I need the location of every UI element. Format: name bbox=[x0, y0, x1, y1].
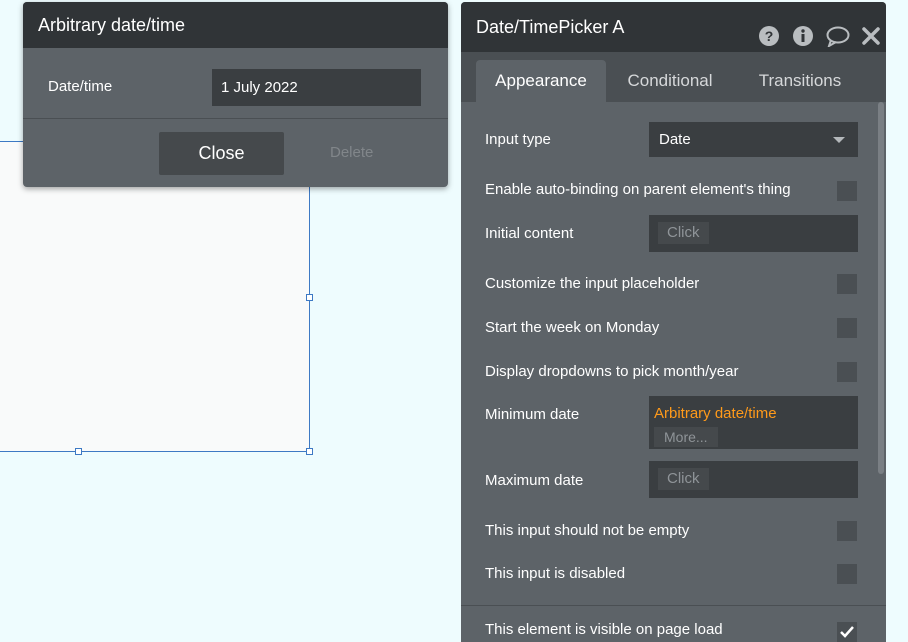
arbitrary-date-popup: Arbitrary date/time Date/time 1 July 202… bbox=[23, 2, 448, 187]
min-date-label: Minimum date bbox=[485, 406, 580, 423]
tab-transitions[interactable]: Transitions bbox=[741, 60, 859, 102]
section-divider bbox=[461, 605, 886, 606]
panel-header: Date/TimePicker A ? bbox=[461, 2, 886, 52]
input-type-value: Date bbox=[659, 131, 691, 148]
max-date-label: Maximum date bbox=[485, 472, 584, 489]
checkmark-icon bbox=[840, 626, 854, 638]
selected-canvas-element[interactable] bbox=[0, 141, 310, 452]
auto-binding-checkbox[interactable] bbox=[837, 181, 857, 201]
date-time-label: Date/time bbox=[48, 78, 113, 95]
tab-conditional[interactable]: Conditional bbox=[611, 60, 729, 102]
auto-binding-label: Enable auto-binding on parent element's … bbox=[485, 181, 791, 198]
tab-bar: Appearance Conditional Transitions bbox=[461, 52, 886, 102]
custom-placeholder-label: Customize the input placeholder bbox=[485, 275, 700, 292]
start-monday-label: Start the week on Monday bbox=[485, 319, 660, 336]
not-empty-label: This input should not be empty bbox=[485, 522, 690, 539]
disabled-label: This input is disabled bbox=[485, 565, 626, 582]
resize-handle-bottom[interactable] bbox=[75, 448, 82, 455]
custom-placeholder-checkbox[interactable] bbox=[837, 274, 857, 294]
popup-field-row: Date/time 1 July 2022 bbox=[23, 48, 448, 119]
chevron-down-icon bbox=[833, 137, 845, 143]
delete-button[interactable]: Delete bbox=[330, 144, 373, 161]
min-date-value[interactable]: Arbitrary date/time bbox=[654, 405, 777, 422]
initial-content-label: Initial content bbox=[485, 225, 574, 242]
close-button[interactable]: Close bbox=[159, 132, 284, 175]
popup-title: Arbitrary date/time bbox=[23, 2, 448, 48]
start-monday-checkbox[interactable] bbox=[837, 318, 857, 338]
property-editor-panel: Date/TimePicker A ? Appearance Condition… bbox=[461, 2, 886, 642]
resize-handle-bottom-right[interactable] bbox=[306, 448, 313, 455]
panel-header-icons: ? bbox=[751, 16, 880, 49]
not-empty-checkbox[interactable] bbox=[837, 521, 857, 541]
min-date-field[interactable]: Arbitrary date/time More... bbox=[649, 396, 858, 449]
panel-scrollbar[interactable] bbox=[878, 102, 884, 474]
svg-text:?: ? bbox=[765, 28, 774, 44]
input-type-dropdown[interactable]: Date bbox=[649, 122, 858, 157]
click-placeholder[interactable]: Click bbox=[658, 468, 709, 490]
visible-on-load-label: This element is visible on page load bbox=[485, 621, 723, 638]
initial-content-field[interactable]: Click bbox=[649, 215, 858, 252]
more-button[interactable]: More... bbox=[654, 427, 718, 447]
dropdowns-checkbox[interactable] bbox=[837, 362, 857, 382]
resize-handle-right[interactable] bbox=[306, 294, 313, 301]
dropdowns-label: Display dropdowns to pick month/year bbox=[485, 363, 739, 380]
date-time-input[interactable]: 1 July 2022 bbox=[212, 69, 421, 106]
panel-title: Date/TimePicker A bbox=[476, 17, 625, 37]
disabled-checkbox[interactable] bbox=[837, 564, 857, 584]
tab-appearance[interactable]: Appearance bbox=[476, 60, 606, 102]
max-date-field[interactable]: Click bbox=[649, 461, 858, 498]
click-placeholder[interactable]: Click bbox=[658, 222, 709, 244]
visible-on-load-checkbox[interactable] bbox=[837, 622, 857, 642]
input-type-label: Input type bbox=[485, 131, 551, 148]
